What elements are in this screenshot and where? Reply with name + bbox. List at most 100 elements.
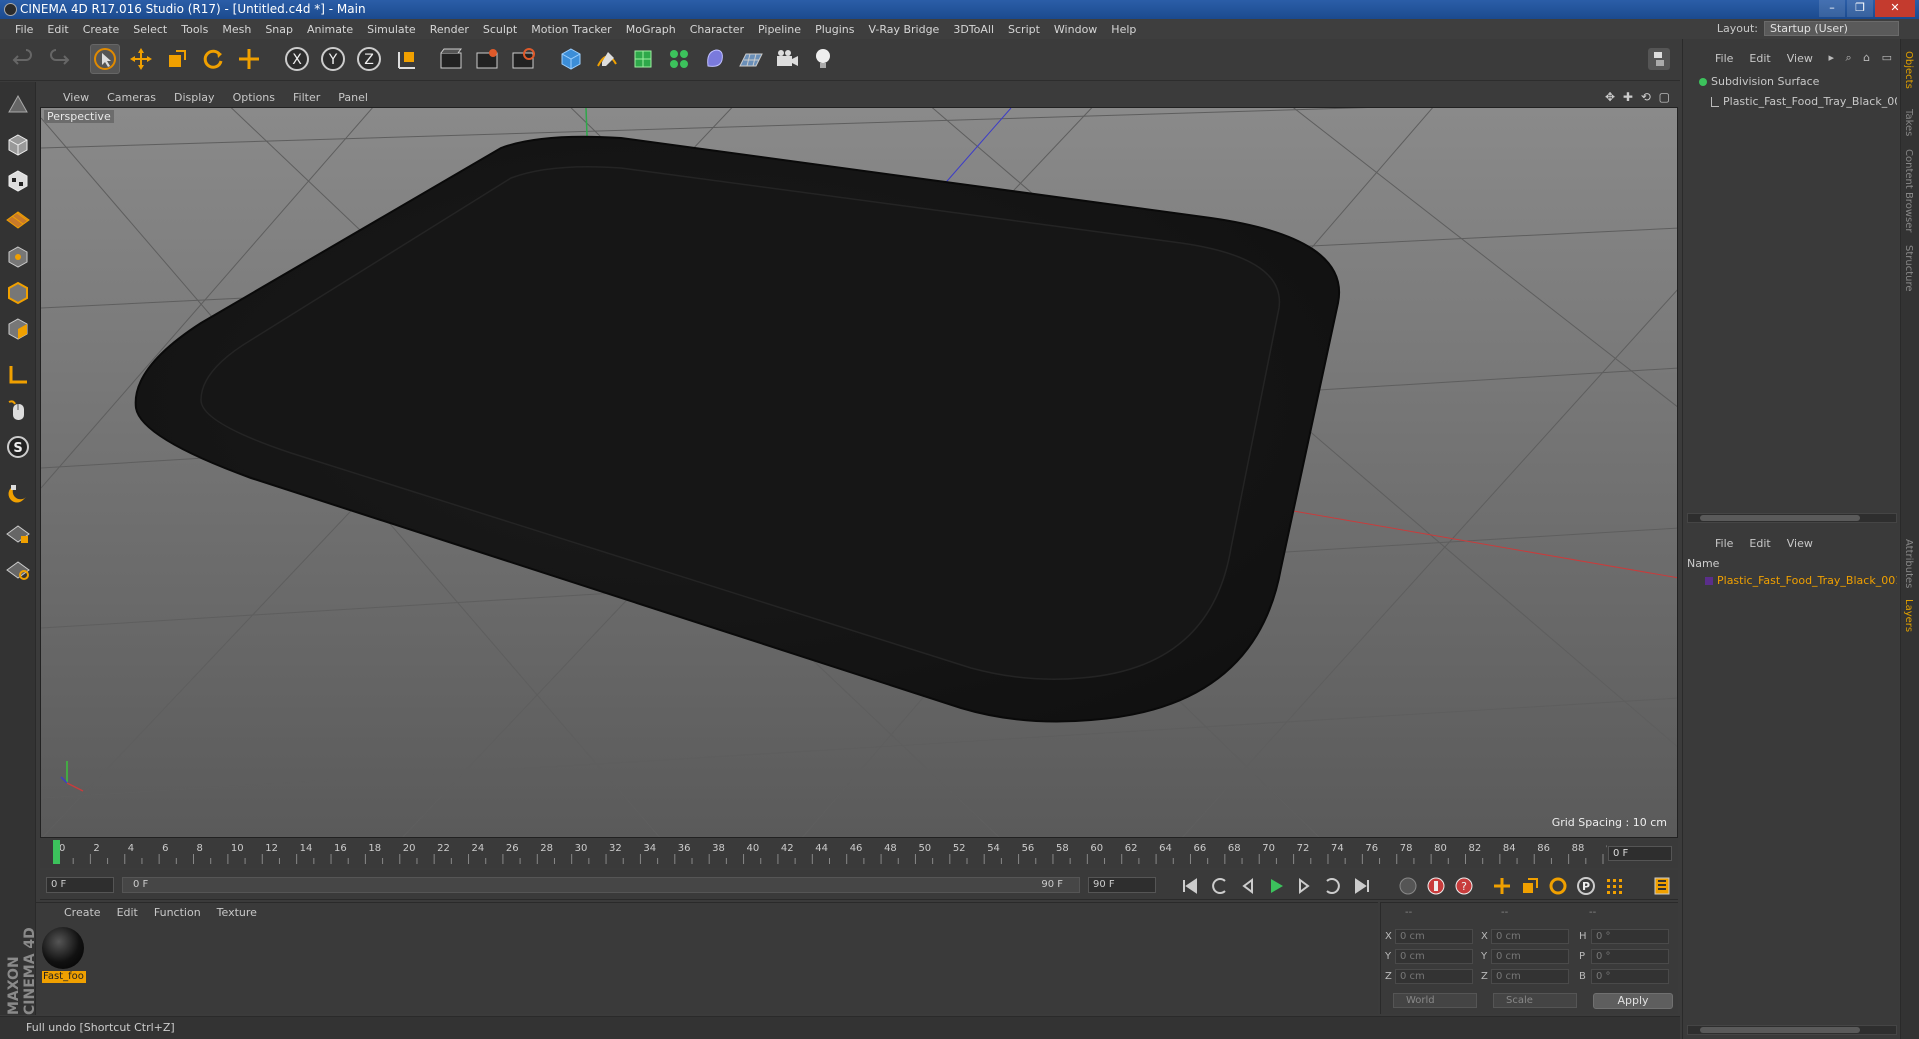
live-selection-icon[interactable] <box>90 44 120 74</box>
scrollbar-thumb[interactable] <box>1700 515 1860 521</box>
frame-range-slider[interactable]: 0 F 90 F <box>122 877 1080 893</box>
model-mode-icon[interactable] <box>3 130 33 160</box>
undo-icon[interactable] <box>8 44 38 74</box>
object-row-tray[interactable]: Plastic_Fast_Food_Tray_Black_001 <box>1687 93 1897 110</box>
start-frame-field[interactable]: 0 F <box>46 877 114 893</box>
material-menu-function[interactable]: Function <box>146 906 209 919</box>
object-manager-scrollbar[interactable] <box>1687 513 1897 523</box>
layers-menu-edit[interactable]: Edit <box>1741 537 1778 550</box>
menu-vray-bridge[interactable]: V-Ray Bridge <box>861 23 946 36</box>
objects-menu-view[interactable]: View <box>1779 52 1821 65</box>
light-icon[interactable] <box>808 44 838 74</box>
key-scale-icon[interactable] <box>1518 875 1542 897</box>
menu-3dtoall[interactable]: 3DToAll <box>946 23 1001 36</box>
cube-primitive-icon[interactable] <box>556 44 586 74</box>
pos-x-field[interactable]: 0 cm <box>1395 929 1473 944</box>
material-name-label[interactable]: Fast_foo <box>42 971 86 983</box>
timeline-ruler[interactable]: 0 2 4 6 8 10 12 14 16 18 20 22 24 26 28 30 32 34 36 38 40 42 4… <box>52 840 1607 868</box>
material-swatch[interactable] <box>42 927 84 969</box>
menu-select[interactable]: Select <box>126 23 174 36</box>
next-frame-icon[interactable] <box>1292 875 1316 897</box>
viewport-camera-label[interactable]: Perspective <box>44 110 114 123</box>
coordinate-system-icon[interactable] <box>392 44 422 74</box>
viewport-menu-filter[interactable]: Filter <box>284 91 329 104</box>
menu-sculpt[interactable]: Sculpt <box>476 23 524 36</box>
render-settings-icon[interactable] <box>508 44 538 74</box>
perspective-viewport[interactable]: Perspective Grid Spacing : 10 cm <box>40 107 1678 838</box>
deformer-icon[interactable] <box>700 44 730 74</box>
autokeying-icon[interactable] <box>1424 875 1448 897</box>
menu-animate[interactable]: Animate <box>300 23 360 36</box>
next-key-icon[interactable] <box>1320 875 1344 897</box>
menu-tools[interactable]: Tools <box>174 23 215 36</box>
play-icon[interactable] <box>1264 875 1288 897</box>
go-to-end-icon[interactable] <box>1350 875 1374 897</box>
maximize-button[interactable]: ❐ <box>1847 0 1873 17</box>
object-row-subdivision-surface[interactable]: Subdivision Surface <box>1687 73 1897 90</box>
menu-mograph[interactable]: MoGraph <box>619 23 683 36</box>
cloner-icon[interactable] <box>664 44 694 74</box>
viewport-menu-display[interactable]: Display <box>165 91 224 104</box>
previous-frame-icon[interactable] <box>1236 875 1260 897</box>
scrollbar-thumb[interactable] <box>1700 1027 1860 1033</box>
tab-layers[interactable]: Layers <box>1903 599 1914 632</box>
material-menu-create[interactable]: Create <box>56 906 109 919</box>
size-x-field[interactable]: 0 cm <box>1491 929 1569 944</box>
end-frame-field[interactable]: 90 F <box>1088 877 1156 893</box>
python-icon[interactable] <box>1644 44 1674 74</box>
spline-pen-icon[interactable] <box>592 44 622 74</box>
material-menu-texture[interactable]: Texture <box>209 906 265 919</box>
rotate-icon[interactable] <box>198 44 228 74</box>
menu-mesh[interactable]: Mesh <box>215 23 258 36</box>
workplane-mode-icon[interactable] <box>3 202 33 232</box>
menu-help[interactable]: Help <box>1104 23 1143 36</box>
rot-b-field[interactable]: 0 ° <box>1591 969 1669 984</box>
menu-render[interactable]: Render <box>423 23 476 36</box>
key-parameter-icon[interactable]: P <box>1574 875 1598 897</box>
menu-pipeline[interactable]: Pipeline <box>751 23 808 36</box>
menu-plugins[interactable]: Plugins <box>808 23 861 36</box>
layer-color-swatch[interactable] <box>1705 577 1713 585</box>
viewport-menu-cameras[interactable]: Cameras <box>98 91 165 104</box>
playhead[interactable] <box>53 840 60 864</box>
menu-motion-tracker[interactable]: Motion Tracker <box>524 23 618 36</box>
key-point-level-icon[interactable] <box>1602 875 1626 897</box>
viewport-navigation-icons[interactable]: ✥ ✚ ⟲ ▢ <box>1605 90 1672 104</box>
pos-z-field[interactable]: 0 cm <box>1395 969 1473 984</box>
layer-manager-scrollbar[interactable] <box>1687 1025 1897 1035</box>
menu-window[interactable]: Window <box>1047 23 1104 36</box>
pos-y-field[interactable]: 0 cm <box>1395 949 1473 964</box>
rot-h-field[interactable]: 0 ° <box>1591 929 1669 944</box>
record-keys-icon[interactable] <box>1396 875 1420 897</box>
make-editable-icon[interactable] <box>3 90 33 120</box>
scale-icon[interactable] <box>162 44 192 74</box>
render-picture-viewer-icon[interactable] <box>472 44 502 74</box>
menu-create[interactable]: Create <box>76 23 127 36</box>
timeline[interactable]: 0 2 4 6 8 10 12 14 16 18 20 22 24 26 28 30 32 34 36 38 40 42 4… <box>40 840 1678 868</box>
menu-script[interactable]: Script <box>1001 23 1047 36</box>
coordinate-mode-dropdown[interactable]: World <box>1393 993 1477 1008</box>
object-manager-search-icon[interactable]: ▸ ⌕ ⌂ ▭ <box>1828 51 1896 65</box>
current-frame-field[interactable]: 0 F <box>1608 846 1672 861</box>
axis-mode-icon[interactable] <box>3 360 33 390</box>
objects-menu-edit[interactable]: Edit <box>1741 52 1778 65</box>
lock-workplane-icon[interactable] <box>3 518 33 548</box>
floor-icon[interactable] <box>736 44 766 74</box>
layout-dropdown[interactable]: Startup (User) <box>1764 21 1899 36</box>
tab-objects[interactable]: Objects <box>1903 51 1914 89</box>
camera-icon[interactable] <box>772 44 802 74</box>
magnet-icon[interactable] <box>3 478 33 508</box>
layer-row[interactable]: Plastic_Fast_Food_Tray_Black_001 <box>1687 573 1897 589</box>
rot-p-field[interactable]: 0 ° <box>1591 949 1669 964</box>
x-axis-lock-button[interactable]: X <box>282 44 312 74</box>
tab-attributes[interactable]: Attributes <box>1903 539 1914 588</box>
tab-content-browser[interactable]: Content Browser <box>1903 149 1914 232</box>
texture-mode-icon[interactable] <box>3 166 33 196</box>
layers-menu-view[interactable]: View <box>1779 537 1821 550</box>
viewport-menu-view[interactable]: View <box>54 91 98 104</box>
menu-character[interactable]: Character <box>683 23 751 36</box>
menu-file[interactable]: File <box>8 23 40 36</box>
apply-button[interactable]: Apply <box>1593 993 1673 1009</box>
viewport-menu-options[interactable]: Options <box>224 91 284 104</box>
tab-structure[interactable]: Structure <box>1903 245 1914 292</box>
